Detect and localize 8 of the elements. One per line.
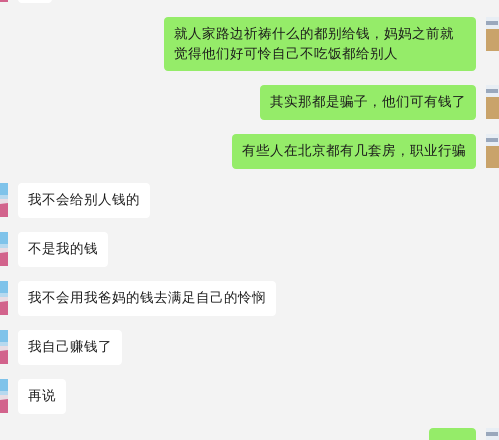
received-message-bubble: 我不会给别人钱的 (18, 183, 150, 218)
sent-message-bubble: 就人家路边祈祷什么的都别给钱，妈妈之前就觉得他们好可怜自己不吃饭都给别人 (164, 17, 476, 71)
sent-message-bubble: 其实那都是骗子，他们可有钱了 (260, 85, 476, 120)
received-message-bubble: 我不会用我爸妈的钱去满足自己的怜悯 (18, 281, 276, 316)
received-message-bubble: 不是我的钱 (18, 232, 108, 267)
received-message-bubble: 我自己赚钱了 (18, 330, 122, 365)
sent-message-bubble: 有些人在北京都有几套房，职业行骗 (232, 134, 476, 169)
received-message-bubble: 再说 (18, 379, 66, 414)
